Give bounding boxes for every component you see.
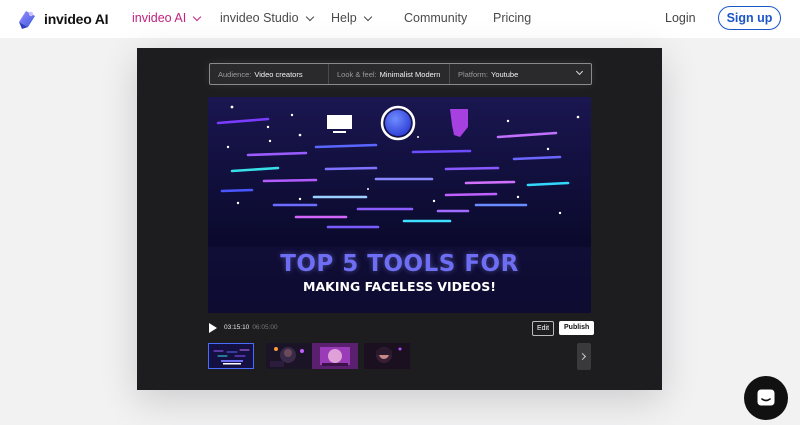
nav-community-label: Community — [404, 11, 468, 25]
nav-invideo-ai[interactable]: invideo AI — [132, 11, 202, 25]
chevron-down-icon — [192, 12, 202, 21]
nav-help[interactable]: Help — [331, 11, 372, 25]
demo-panel: Audience: Video creators Look & feel: Mi… — [137, 48, 662, 390]
nav-pricing[interactable]: Pricing — [493, 11, 531, 25]
login-link[interactable]: Login — [665, 11, 696, 25]
current-time: 03:15:10 — [224, 324, 250, 331]
platform-value: Youtube — [491, 69, 519, 79]
chevron-down-icon — [305, 12, 314, 21]
video-title-line1: TOP 5 TOOLS FOR — [280, 251, 519, 277]
chevron-down-icon — [363, 12, 372, 21]
look-feel-value: Minimalist Modern — [379, 69, 441, 79]
logo-text: invideo AI — [44, 11, 109, 27]
publish-button[interactable]: Publish — [559, 321, 595, 335]
top-navigation: invideo AI invideo AI invideo Studio Hel… — [0, 0, 800, 38]
look-feel-setting[interactable]: Look & feel: Minimalist Modern — [329, 64, 450, 84]
platform-setting[interactable]: Platform: Youtube — [450, 64, 591, 84]
thumbnail-3[interactable] — [312, 343, 358, 369]
chat-icon — [757, 389, 775, 406]
thumbnail-1[interactable] — [208, 343, 254, 369]
chevron-right-icon[interactable] — [577, 343, 591, 370]
nav-help-label: Help — [331, 11, 357, 25]
logo-icon — [19, 11, 35, 29]
audience-label: Audience: — [218, 69, 252, 79]
nav-invideo-studio[interactable]: invideo Studio — [220, 11, 314, 25]
audience-value: Video creators — [254, 69, 303, 79]
player-controls: 03:15:10 06:05:00 Edit Publish — [208, 321, 595, 336]
edit-button[interactable]: Edit — [532, 321, 555, 336]
video-settings-bar[interactable]: Audience: Video creators Look & feel: Mi… — [209, 63, 592, 85]
thumbnail-4[interactable] — [364, 343, 410, 369]
platform-label: Platform: — [458, 69, 489, 79]
logo[interactable]: invideo AI — [16, 8, 109, 30]
signup-button[interactable]: Sign up — [718, 6, 781, 30]
play-icon[interactable] — [209, 323, 217, 333]
audience-setting[interactable]: Audience: Video creators — [210, 64, 329, 84]
video-preview[interactable]: TOP 5 TOOLS FOR MAKING FACELESS VIDEOS! — [208, 97, 591, 313]
nav-invideo-ai-label: invideo AI — [132, 11, 187, 25]
nav-invideo-studio-label: invideo Studio — [220, 11, 299, 25]
chat-launcher[interactable] — [744, 376, 788, 420]
nav-pricing-label: Pricing — [493, 11, 532, 25]
duration: 06:05:00 — [252, 324, 278, 331]
thumbnail-2[interactable] — [266, 343, 312, 369]
time-display: 03:15:10 06:05:00 — [224, 324, 278, 331]
thumbnail-strip — [208, 343, 591, 371]
video-title-line2: MAKING FACELESS VIDEOS! — [303, 279, 496, 294]
look-feel-label: Look & feel: — [337, 69, 377, 79]
nav-community[interactable]: Community — [404, 11, 467, 25]
